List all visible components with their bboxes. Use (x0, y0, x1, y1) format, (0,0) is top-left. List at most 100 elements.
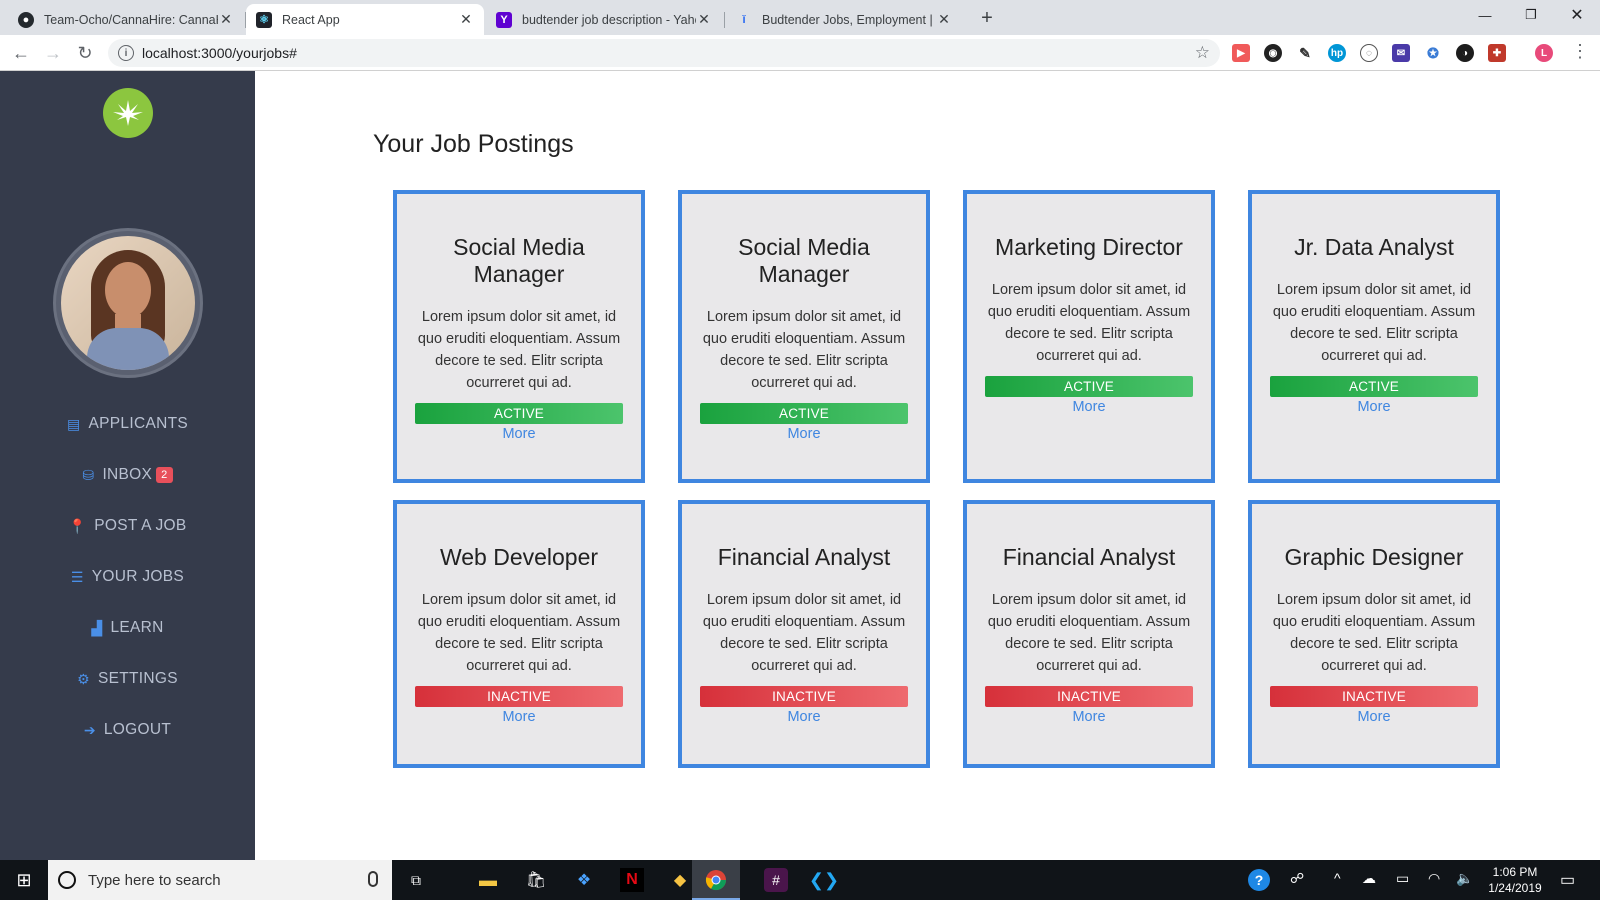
taskbar-search-box[interactable]: Type here to search (48, 860, 392, 900)
close-icon[interactable]: ✕ (218, 11, 234, 28)
more-link[interactable]: More (502, 709, 535, 725)
sidebar-item-label: LOGOUT (103, 721, 172, 738)
tab-indeed[interactable]: ǐ Budtender Jobs, Employment | Indeed ✕ (726, 4, 962, 35)
sidebar-item-logout[interactable]: ➔ LOGOUT (0, 718, 255, 742)
dropbox-icon[interactable]: ❖ (572, 868, 596, 892)
people-icon[interactable]: ☍ (1290, 870, 1304, 887)
sidebar-item-applicants[interactable]: ▤ APPLICANTS (0, 412, 255, 436)
git-kraken-icon[interactable]: ◆ (668, 868, 692, 892)
extension-icon[interactable]: ◑ (1456, 44, 1474, 62)
chrome-menu-icon[interactable]: ⋮ (1570, 41, 1590, 62)
file-explorer-icon[interactable]: ▬ (476, 868, 500, 892)
inbox-count-badge: 2 (156, 467, 173, 483)
sidebar-item-settings[interactable]: ⚙ SETTINGS (0, 667, 255, 691)
url-text: localhost:3000/yourjobs# (142, 45, 297, 61)
status-badge[interactable]: ACTIVE (985, 376, 1193, 397)
wifi-icon[interactable]: ◠ (1428, 870, 1440, 887)
close-icon[interactable]: ✕ (936, 11, 952, 28)
status-badge[interactable]: INACTIVE (700, 686, 908, 707)
job-description: Lorem ipsum dolor sit amet, id quo erudi… (1272, 592, 1476, 674)
slack-icon[interactable]: # (764, 868, 788, 892)
sidebar-item-your-jobs[interactable]: ☰ YOUR JOBS (0, 565, 255, 589)
windows-start-icon[interactable]: ⊞ (12, 868, 36, 892)
reload-button[interactable]: ↻ (73, 41, 97, 65)
sidebar-item-label: APPLICANTS (88, 415, 188, 432)
system-clock[interactable]: 1:06 PM 1/24/2019 (1480, 864, 1550, 896)
more-link[interactable]: More (502, 426, 535, 442)
chevron-up-icon[interactable]: ^ (1334, 870, 1341, 886)
status-badge[interactable]: INACTIVE (985, 686, 1193, 707)
info-icon[interactable]: i (118, 45, 134, 61)
github-icon: ● (18, 11, 34, 28)
chrome-icon[interactable] (704, 868, 728, 892)
extension-icon[interactable]: ◉ (1264, 44, 1282, 62)
tab-github[interactable]: ● Team-Ocho/CannaHire: CannaHire ✕ (8, 4, 244, 35)
tab-react-app[interactable]: ⚛ React App ✕ (246, 4, 484, 35)
more-link[interactable]: More (787, 426, 820, 442)
close-window-button[interactable]: ✕ (1554, 0, 1600, 30)
minimize-button[interactable]: — (1462, 0, 1508, 30)
chart-icon: ▟ (91, 619, 103, 636)
status-badge[interactable]: INACTIVE (415, 686, 623, 707)
extension-icon[interactable]: hp (1328, 44, 1346, 62)
more-link[interactable]: More (1357, 709, 1390, 725)
extension-icon[interactable]: ◌ (1360, 44, 1378, 62)
job-card[interactable]: Web Developer Lorem ipsum dolor sit amet… (393, 500, 645, 768)
sidebar: ▤ APPLICANTS ⛁ INBOX 2 📍 POST A JOB ☰ YO… (0, 71, 255, 860)
tab-title: Budtender Jobs, Employment | Indeed (762, 12, 936, 27)
sidebar-item-learn[interactable]: ▟ LEARN (0, 616, 255, 640)
job-card[interactable]: Jr. Data Analyst Lorem ipsum dolor sit a… (1248, 190, 1500, 483)
new-tab-button[interactable]: + (975, 6, 999, 30)
job-card[interactable]: Graphic Designer Lorem ipsum dolor sit a… (1248, 500, 1500, 768)
sidebar-item-inbox[interactable]: ⛁ INBOX 2 (0, 463, 255, 487)
avatar (61, 236, 195, 370)
close-icon[interactable]: ✕ (458, 11, 474, 28)
tab-yahoo[interactable]: Y budtender job description - Yahoo ✕ (486, 4, 722, 35)
close-icon[interactable]: ✕ (696, 11, 712, 28)
browser-tab-strip: ● Team-Ocho/CannaHire: CannaHire ✕ ⚛ Rea… (0, 0, 1600, 35)
sidebar-item-post-a-job[interactable]: 📍 POST A JOB (0, 514, 255, 538)
vscode-icon[interactable]: ❮❯ (809, 868, 839, 892)
more-link[interactable]: More (1072, 399, 1105, 415)
battery-icon[interactable]: ▭ (1396, 870, 1409, 887)
status-badge[interactable]: ACTIVE (1270, 376, 1478, 397)
extension-icon[interactable]: ✉ (1392, 44, 1410, 62)
forward-button[interactable]: → (41, 41, 65, 65)
status-badge[interactable]: INACTIVE (1270, 686, 1478, 707)
search-placeholder: Type here to search (88, 871, 221, 889)
job-card[interactable]: Financial Analyst Lorem ipsum dolor sit … (963, 500, 1215, 768)
onedrive-icon[interactable]: ☁ (1362, 870, 1376, 887)
job-card[interactable]: Social Media Manager Lorem ipsum dolor s… (678, 190, 930, 483)
profile-avatar[interactable]: L (1535, 44, 1553, 62)
task-view-icon[interactable]: ⧉ (404, 868, 428, 892)
netflix-icon[interactable]: N (620, 868, 644, 892)
job-description: Lorem ipsum dolor sit amet, id quo erudi… (1272, 282, 1476, 364)
microphone-icon[interactable] (368, 871, 378, 887)
job-card[interactable]: Social Media Manager Lorem ipsum dolor s… (393, 190, 645, 483)
job-card[interactable]: Marketing Director Lorem ipsum dolor sit… (963, 190, 1215, 483)
job-title: Web Developer (439, 544, 599, 570)
volume-icon[interactable]: 🔈 (1456, 870, 1473, 887)
more-link[interactable]: More (1072, 709, 1105, 725)
cannabis-leaf-icon (113, 100, 143, 126)
react-icon: ⚛ (256, 11, 272, 28)
address-bar[interactable]: i localhost:3000/yourjobs# ☆ (108, 39, 1220, 67)
status-badge[interactable]: ACTIVE (415, 403, 623, 424)
restore-button[interactable]: ❐ (1508, 0, 1554, 30)
extension-icon[interactable]: ✪ (1424, 44, 1442, 62)
help-icon[interactable]: ? (1248, 869, 1270, 891)
more-link[interactable]: More (787, 709, 820, 725)
more-link[interactable]: More (1357, 399, 1390, 415)
store-icon[interactable]: 🛍 (524, 868, 548, 892)
notifications-icon[interactable]: ▭ (1560, 870, 1575, 890)
back-button[interactable]: ← (9, 41, 33, 65)
bookmark-star-icon[interactable]: ☆ (1195, 43, 1210, 63)
status-badge[interactable]: ACTIVE (700, 403, 908, 424)
profile-avatar-ring[interactable] (53, 228, 203, 378)
cannahire-logo[interactable] (103, 88, 153, 138)
extension-icon[interactable]: ✚ (1488, 44, 1506, 62)
extension-icon[interactable]: ▶ (1232, 44, 1250, 62)
job-card[interactable]: Financial Analyst Lorem ipsum dolor sit … (678, 500, 930, 768)
gear-icon: ⚙ (77, 670, 90, 687)
extension-icon[interactable]: ✎ (1296, 44, 1314, 62)
